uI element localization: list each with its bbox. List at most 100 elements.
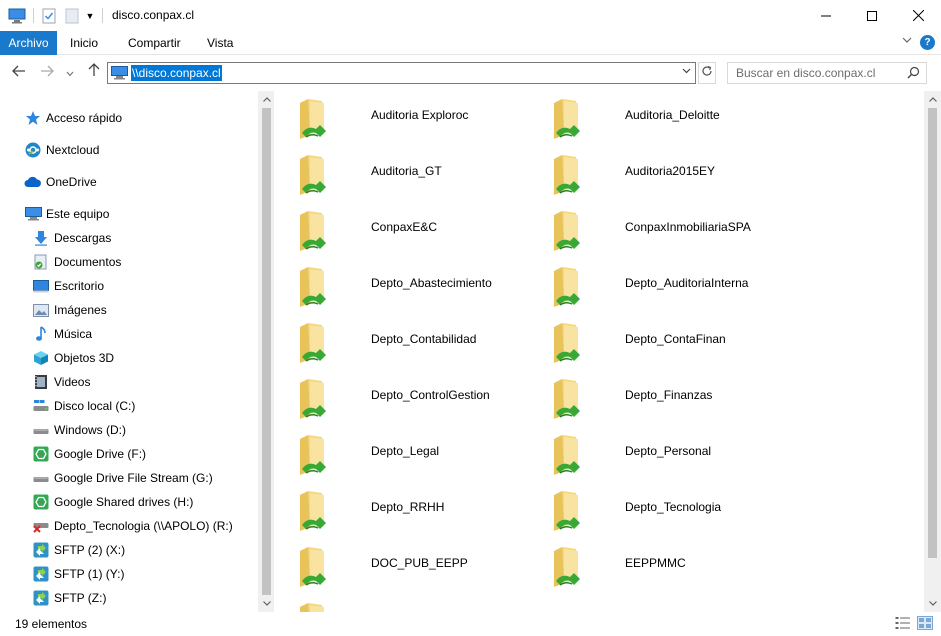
nav-label: SFTP (2) (X:)	[54, 543, 126, 557]
nav-item-sftp-1-y[interactable]: SFTP (1) (Y:)	[32, 563, 124, 585]
nav-item-escritorio[interactable]: Escritorio	[32, 275, 104, 297]
nav-item-sftp-z[interactable]: SFTP (Z:)	[32, 587, 106, 609]
nav-label: Objetos 3D	[54, 351, 115, 365]
folder-item[interactable]: Depto_Finanzas	[552, 373, 802, 421]
scroll-down-icon[interactable]	[258, 595, 274, 612]
chevron-down-icon[interactable]	[682, 66, 691, 77]
folder-item[interactable]: Depto_Legal	[298, 429, 548, 477]
nav-scrollbar-thumb[interactable]	[262, 108, 271, 595]
properties-icon[interactable]	[41, 7, 57, 25]
folder-name: Depto_AuditoriaInterna	[625, 276, 749, 290]
scroll-down-icon[interactable]	[924, 595, 941, 612]
large-icons-view-icon[interactable]	[917, 616, 933, 630]
folder-item[interactable]: Auditoria_Deloitte	[552, 93, 802, 141]
scroll-up-icon[interactable]	[258, 91, 274, 108]
folder-item[interactable]: DOC_PUB_EEPP	[298, 541, 548, 589]
shared-folder-icon	[298, 319, 338, 363]
arrow-left-icon	[12, 65, 25, 77]
nav-item-google-shared-drives-h[interactable]: Google Shared drives (H:)	[32, 491, 193, 513]
content-scrollbar-thumb[interactable]	[928, 108, 937, 558]
folder-item[interactable]: Depto_AuditoriaInterna	[552, 261, 802, 309]
folder-item[interactable]	[298, 597, 548, 612]
folder-item[interactable]: Depto_Tecnologia	[552, 485, 802, 533]
nav-item-documentos[interactable]: Documentos	[32, 251, 121, 273]
new-folder-icon[interactable]	[64, 7, 80, 25]
nav-item-imagenes[interactable]: Imágenes	[32, 299, 107, 321]
shared-folder-icon	[298, 543, 338, 587]
expand-ribbon-icon[interactable]	[902, 35, 912, 48]
tab-archivo[interactable]: Archivo	[0, 31, 57, 55]
nav-item-sftp-2-x[interactable]: SFTP (2) (X:)	[32, 539, 125, 561]
folder-item[interactable]: Depto_ContaFinan	[552, 317, 802, 365]
customize-toolbar-icon[interactable]: ▼	[84, 7, 96, 25]
folder-item[interactable]: Depto_Contabilidad	[298, 317, 548, 365]
nextcloud-icon	[24, 141, 42, 159]
shared-folder-icon	[552, 151, 592, 195]
tab-compartir[interactable]: Compartir	[120, 31, 189, 55]
nav-item-google-drive-f[interactable]: Google Drive (F:)	[32, 443, 146, 465]
shared-folder-icon	[552, 207, 592, 251]
folder-item[interactable]: Auditoria2015EY	[552, 149, 802, 197]
scroll-up-icon[interactable]	[924, 91, 941, 108]
search-box[interactable]: Buscar en disco.conpax.cl	[727, 62, 927, 84]
maximize-icon	[867, 10, 877, 21]
nav-label: Descargas	[54, 231, 112, 245]
nav-item-videos[interactable]: Videos	[32, 371, 90, 393]
folder-item[interactable]: Depto_RRHH	[298, 485, 548, 533]
nav-item-acceso-rapido[interactable]: Acceso rápido	[24, 107, 122, 129]
shared-folder-icon	[552, 543, 592, 587]
folder-item[interactable]: ConpaxInmobiliariaSPA	[552, 205, 802, 253]
nav-item-google-drive-file-stream-g[interactable]: Google Drive File Stream (G:)	[32, 467, 213, 489]
nav-item-descargas[interactable]: Descargas	[32, 227, 111, 249]
nav-item-objetos-3d[interactable]: Objetos 3D	[32, 347, 114, 369]
minimize-button[interactable]	[803, 0, 849, 31]
folder-item[interactable]: Auditoria Exploroc	[298, 93, 548, 141]
folder-item[interactable]: Depto_Abastecimiento	[298, 261, 548, 309]
nav-item-onedrive[interactable]: OneDrive	[24, 171, 97, 193]
folder-name: Depto_Finanzas	[625, 388, 713, 402]
content-scrollbar[interactable]	[924, 91, 941, 612]
folder-item[interactable]: Auditoria_GT	[298, 149, 548, 197]
folder-item[interactable]: EEPPMMC	[552, 541, 802, 589]
nav-item-depto-tecnologia-r[interactable]: Depto_Tecnologia (\\APOLO) (R:)	[32, 515, 233, 537]
up-button[interactable]	[85, 63, 103, 81]
recent-locations-button[interactable]	[64, 63, 76, 81]
address-bar[interactable]: \\disco.conpax.cl	[107, 62, 696, 84]
nav-label: SFTP (Z:)	[54, 591, 107, 605]
nav-item-nextcloud[interactable]: Nextcloud	[24, 139, 99, 161]
address-path[interactable]: \\disco.conpax.cl	[131, 65, 222, 81]
close-icon	[912, 10, 924, 21]
nav-item-disco-local-c[interactable]: Disco local (C:)	[32, 395, 135, 417]
nav-scrollbar[interactable]	[258, 91, 274, 612]
maximize-button[interactable]	[849, 0, 895, 31]
tab-inicio[interactable]: Inicio	[62, 31, 106, 55]
nav-item-windows-d[interactable]: Windows (D:)	[32, 419, 126, 441]
forward-button[interactable]	[38, 63, 56, 81]
details-view-icon[interactable]	[895, 616, 911, 630]
shared-folder-icon	[298, 431, 338, 475]
refresh-button[interactable]	[698, 62, 716, 84]
shared-folder-icon	[552, 487, 592, 531]
nav-label: Imágenes	[54, 303, 107, 317]
folder-name: Depto_Personal	[625, 444, 712, 458]
shared-folder-icon	[298, 487, 338, 531]
tab-vista[interactable]: Vista	[199, 31, 241, 55]
folder-name: ConpaxInmobiliariaSPA	[625, 220, 751, 234]
nav-item-musica[interactable]: Música	[32, 323, 92, 345]
computer-icon[interactable]	[8, 7, 26, 25]
disconnected-drive-icon	[32, 517, 50, 535]
folder-name: Depto_Legal	[371, 444, 440, 458]
folder-name: Depto_Contabilidad	[371, 332, 477, 346]
search-icon[interactable]	[907, 66, 920, 82]
close-button[interactable]	[895, 0, 941, 31]
folder-item[interactable]: Depto_Personal	[552, 429, 802, 477]
back-button[interactable]	[10, 63, 28, 81]
help-button[interactable]: ?	[920, 35, 935, 50]
nav-label: Disco local (C:)	[54, 399, 136, 413]
shared-folder-icon	[298, 95, 338, 139]
folder-name: Auditoria_Deloitte	[625, 108, 720, 122]
nav-item-este-equipo[interactable]: Este equipo	[24, 203, 109, 225]
folder-item[interactable]: ConpaxE&C	[298, 205, 548, 253]
folder-item[interactable]: Depto_ControlGestion	[298, 373, 548, 421]
window-title: disco.conpax.cl	[112, 8, 195, 22]
